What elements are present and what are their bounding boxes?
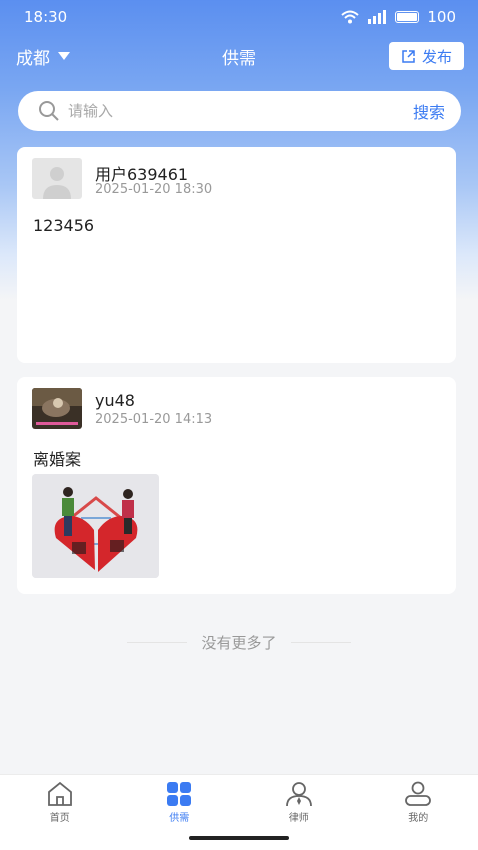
search-bar: 搜索 — [18, 91, 461, 131]
avatar[interactable] — [32, 388, 82, 429]
post-card[interactable]: yu48 2025-01-20 14:13 离婚案 — [17, 377, 456, 594]
search-input[interactable] — [68, 102, 413, 120]
city-label: 成都 — [16, 48, 50, 69]
post-date: 2025-01-20 14:13 — [95, 412, 213, 427]
top-header: 成都 供需 发布 — [0, 38, 478, 74]
city-selector[interactable]: 成都 — [16, 44, 70, 69]
publish-label: 发布 — [421, 47, 452, 66]
search-button[interactable]: 搜索 — [413, 99, 445, 123]
no-more-text: 没有更多了 — [201, 634, 277, 652]
tab-home[interactable]: 首页 — [0, 775, 120, 850]
post-content: 离婚案 — [33, 450, 82, 469]
post-content: 123456 — [33, 216, 95, 235]
publish-button[interactable]: 发布 — [388, 42, 464, 70]
search-icon — [39, 101, 59, 121]
home-icon — [47, 781, 72, 806]
tab-supply-demand-label: 供需 — [169, 813, 190, 824]
home-indicator — [189, 836, 289, 840]
default-avatar-icon — [43, 167, 71, 199]
post-username: yu48 — [95, 391, 135, 410]
tab-home-label: 首页 — [49, 813, 70, 824]
divorce-illustration — [32, 474, 159, 578]
divider — [127, 642, 188, 643]
battery-level: 100 — [427, 8, 456, 26]
caret-down-icon — [58, 52, 70, 60]
battery-icon — [395, 11, 420, 23]
post-date: 2025-01-20 18:30 — [95, 182, 213, 197]
signal-icon — [368, 10, 387, 24]
grid-icon — [167, 782, 192, 806]
profile-icon — [405, 781, 432, 806]
status-time: 18:30 — [24, 8, 68, 26]
no-more-indicator: 没有更多了 — [0, 632, 478, 653]
post-card[interactable]: 用户639461 2025-01-20 18:30 123456 — [17, 147, 456, 363]
tab-profile[interactable]: 我的 — [359, 775, 478, 850]
avatar[interactable] — [32, 158, 82, 199]
divider — [290, 642, 351, 643]
tab-lawyer-label: 律师 — [288, 813, 309, 824]
wifi-icon — [341, 10, 360, 24]
share-icon — [402, 49, 415, 63]
lawyer-icon — [285, 782, 312, 807]
status-icons: 100 — [341, 8, 456, 26]
user-photo-avatar — [32, 388, 82, 429]
tab-profile-label: 我的 — [408, 813, 429, 824]
status-bar: 18:30 100 — [0, 0, 478, 34]
post-image[interactable] — [32, 474, 159, 578]
